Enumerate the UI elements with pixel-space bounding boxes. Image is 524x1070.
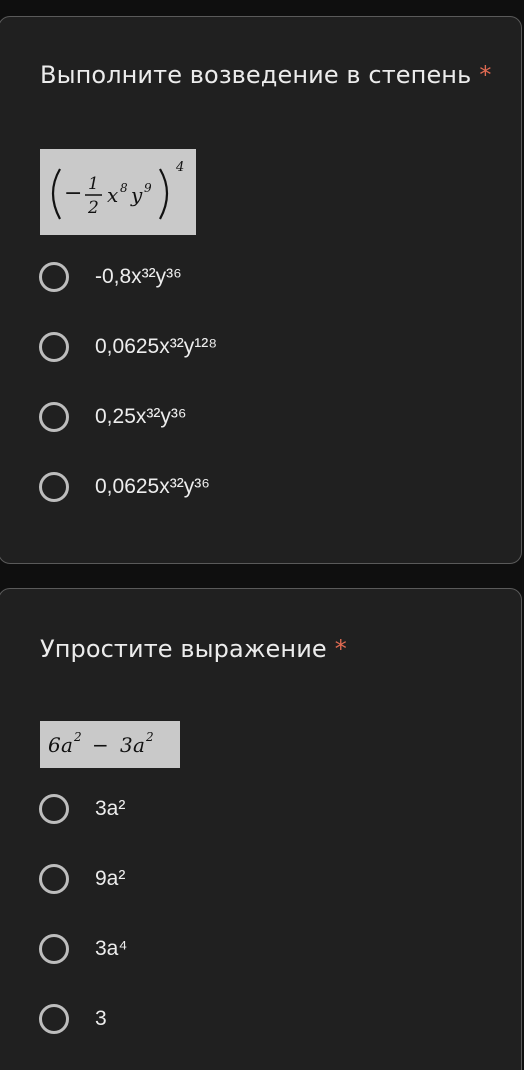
option-label: 0,0625x³²y³⁶ — [95, 475, 210, 498]
radio-button[interactable] — [39, 1004, 69, 1034]
answer-option[interactable]: 3a² — [39, 791, 125, 827]
option-label: 3 — [95, 1007, 107, 1030]
question-image: − 1 2 x 8 y 9 4 — [40, 149, 196, 235]
outer-exponent: 4 — [175, 160, 184, 175]
option-label: -0,8x³²y³⁶ — [95, 265, 182, 288]
exponent-y: 9 — [144, 181, 152, 195]
radio-button[interactable] — [39, 332, 69, 362]
question-title: Упростите выражение * — [40, 635, 347, 663]
minus-sign: − — [64, 181, 82, 206]
minus-operator: − — [92, 733, 109, 757]
option-label: 9a² — [95, 867, 126, 890]
question-card-1: Выполните возведение в степень * − 1 2 x … — [0, 16, 522, 564]
question-image: 6 a 2 − 3 a 2 — [40, 721, 180, 768]
radio-button[interactable] — [39, 402, 69, 432]
math-expression-subtraction: 6 a 2 − 3 a 2 — [48, 730, 154, 757]
term2-exponent: 2 — [145, 730, 154, 744]
term1-variable: a — [61, 733, 73, 757]
fraction-denominator: 2 — [87, 198, 99, 218]
term2-coefficient: 3 — [120, 733, 133, 757]
base-x: x — [107, 183, 118, 207]
answer-option[interactable]: 9a² — [39, 861, 125, 897]
radio-button[interactable] — [39, 794, 69, 824]
required-asterisk: * — [479, 61, 492, 89]
question-title-text: Упростите выражение — [40, 635, 327, 663]
answer-option[interactable]: 0,0625x³²y³⁶ — [39, 469, 210, 505]
answer-option[interactable]: 0,0625x³²y¹²⁸ — [39, 329, 217, 365]
right-paren — [159, 168, 169, 220]
term2-variable: a — [133, 733, 145, 757]
left-paren — [51, 168, 61, 220]
option-label: 0,25x³²y³⁶ — [95, 405, 187, 428]
option-label: 0,0625x³²y¹²⁸ — [95, 335, 218, 358]
answer-option[interactable]: -0,8x³²y³⁶ — [39, 259, 182, 295]
radio-button[interactable] — [39, 472, 69, 502]
answer-option[interactable]: 3 — [39, 1001, 107, 1037]
radio-button[interactable] — [39, 262, 69, 292]
base-y: y — [130, 183, 143, 207]
option-label: 3a⁴ — [95, 937, 128, 960]
answer-option[interactable]: 3a⁴ — [39, 931, 127, 967]
question-title-text: Выполните возведение в степень — [40, 61, 472, 89]
question-title: Выполните возведение в степень * — [40, 61, 491, 89]
question-card-2: Упростите выражение * 6 a 2 − 3 a 2 3a² 9… — [0, 588, 522, 1070]
term1-coefficient: 6 — [48, 733, 61, 757]
required-asterisk: * — [334, 635, 347, 663]
math-expression-power: − 1 2 x 8 y 9 4 — [51, 160, 184, 220]
answer-option[interactable]: 0,25x³²y³⁶ — [39, 399, 187, 435]
exponent-x: 8 — [120, 181, 128, 195]
option-label: 3a² — [95, 797, 126, 820]
radio-button[interactable] — [39, 864, 69, 894]
radio-button[interactable] — [39, 934, 69, 964]
term1-exponent: 2 — [73, 730, 82, 744]
fraction-numerator: 1 — [88, 174, 99, 194]
